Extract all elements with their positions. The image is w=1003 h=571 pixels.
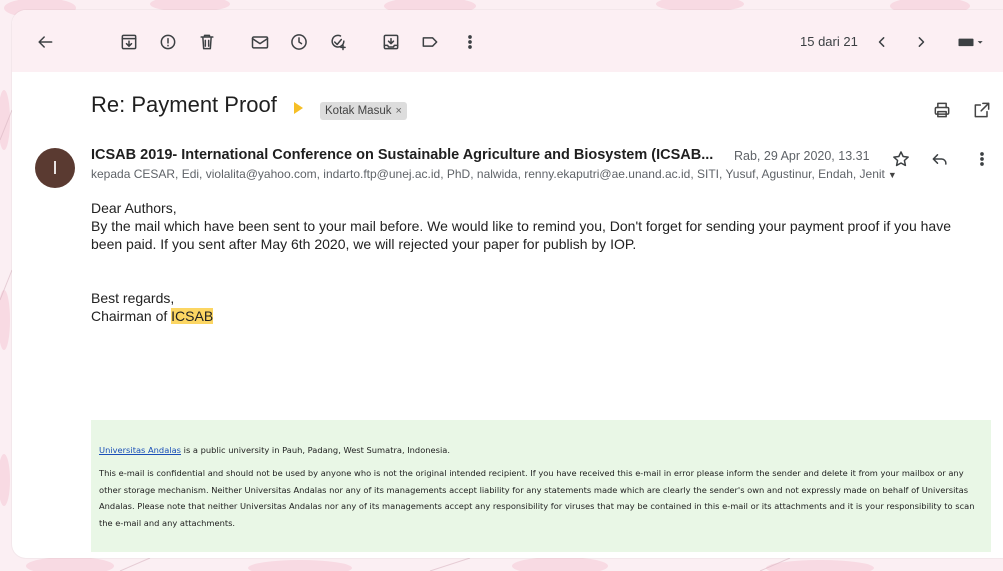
signature-highlight: ICSAB bbox=[171, 308, 214, 324]
sender-name[interactable]: ICSAB 2019- International Conference on … bbox=[91, 147, 731, 163]
body-paragraph: By the mail which have been sent to your… bbox=[91, 218, 951, 252]
signature-prefix: Chairman of bbox=[91, 308, 172, 324]
show-details-icon[interactable]: ▼ bbox=[888, 170, 897, 180]
report-spam-icon[interactable] bbox=[156, 30, 180, 54]
footer-university-text: is a public university in Pauh, Padang, … bbox=[181, 445, 450, 455]
more-vert-icon[interactable] bbox=[458, 30, 482, 54]
newer-chevron-icon[interactable] bbox=[870, 30, 894, 54]
footer-university-line: Universitas Andalas is a public universi… bbox=[99, 442, 983, 458]
body-greeting: Dear Authors, bbox=[91, 200, 177, 216]
more-options-icon[interactable] bbox=[970, 147, 994, 171]
label-chip-text: Kotak Masuk bbox=[325, 105, 392, 117]
message-panel: 15 dari 21 Re: Payment Proof Kotak Masuk… bbox=[12, 10, 1003, 558]
move-to-icon[interactable] bbox=[379, 30, 403, 54]
message-toolbar: 15 dari 21 bbox=[12, 10, 1003, 72]
input-tools-icon[interactable] bbox=[954, 30, 988, 54]
delete-icon[interactable] bbox=[195, 30, 219, 54]
print-icon[interactable] bbox=[932, 100, 952, 120]
label-chip-inbox[interactable]: Kotak Masuk × bbox=[320, 102, 407, 120]
back-arrow-icon[interactable] bbox=[33, 30, 57, 54]
recipients-line[interactable]: kepada CESAR, Edi, violalita@yahoo.com, … bbox=[91, 167, 941, 181]
footer-disclaimer-text: This e-mail is confidential and should n… bbox=[99, 468, 975, 528]
pager-count: 15 dari 21 bbox=[800, 34, 858, 49]
open-new-window-icon[interactable] bbox=[972, 100, 992, 120]
body-closing: Best regards, bbox=[91, 290, 175, 306]
add-task-icon[interactable] bbox=[326, 30, 350, 54]
university-link[interactable]: Universitas Andalas bbox=[99, 445, 181, 455]
archive-icon[interactable] bbox=[117, 30, 141, 54]
email-footer-disclaimer: Universitas Andalas is a public universi… bbox=[91, 420, 991, 552]
email-subject: Re: Payment Proof bbox=[91, 92, 277, 117]
body-signature: Chairman of ICSAB bbox=[91, 307, 981, 325]
avatar[interactable]: I bbox=[35, 148, 75, 188]
older-chevron-icon[interactable] bbox=[909, 30, 933, 54]
importance-marker-icon[interactable] bbox=[294, 102, 303, 114]
email-date: Rab, 29 Apr 2020, 13.31 bbox=[734, 149, 870, 163]
label-icon[interactable] bbox=[418, 30, 442, 54]
snooze-icon[interactable] bbox=[287, 30, 311, 54]
email-body: Dear Authors, By the mail which have bee… bbox=[91, 199, 981, 325]
mark-unread-icon[interactable] bbox=[248, 30, 272, 54]
recipients-text: kepada CESAR, Edi, violalita@yahoo.com, … bbox=[91, 167, 885, 181]
remove-label-icon[interactable]: × bbox=[395, 105, 401, 117]
